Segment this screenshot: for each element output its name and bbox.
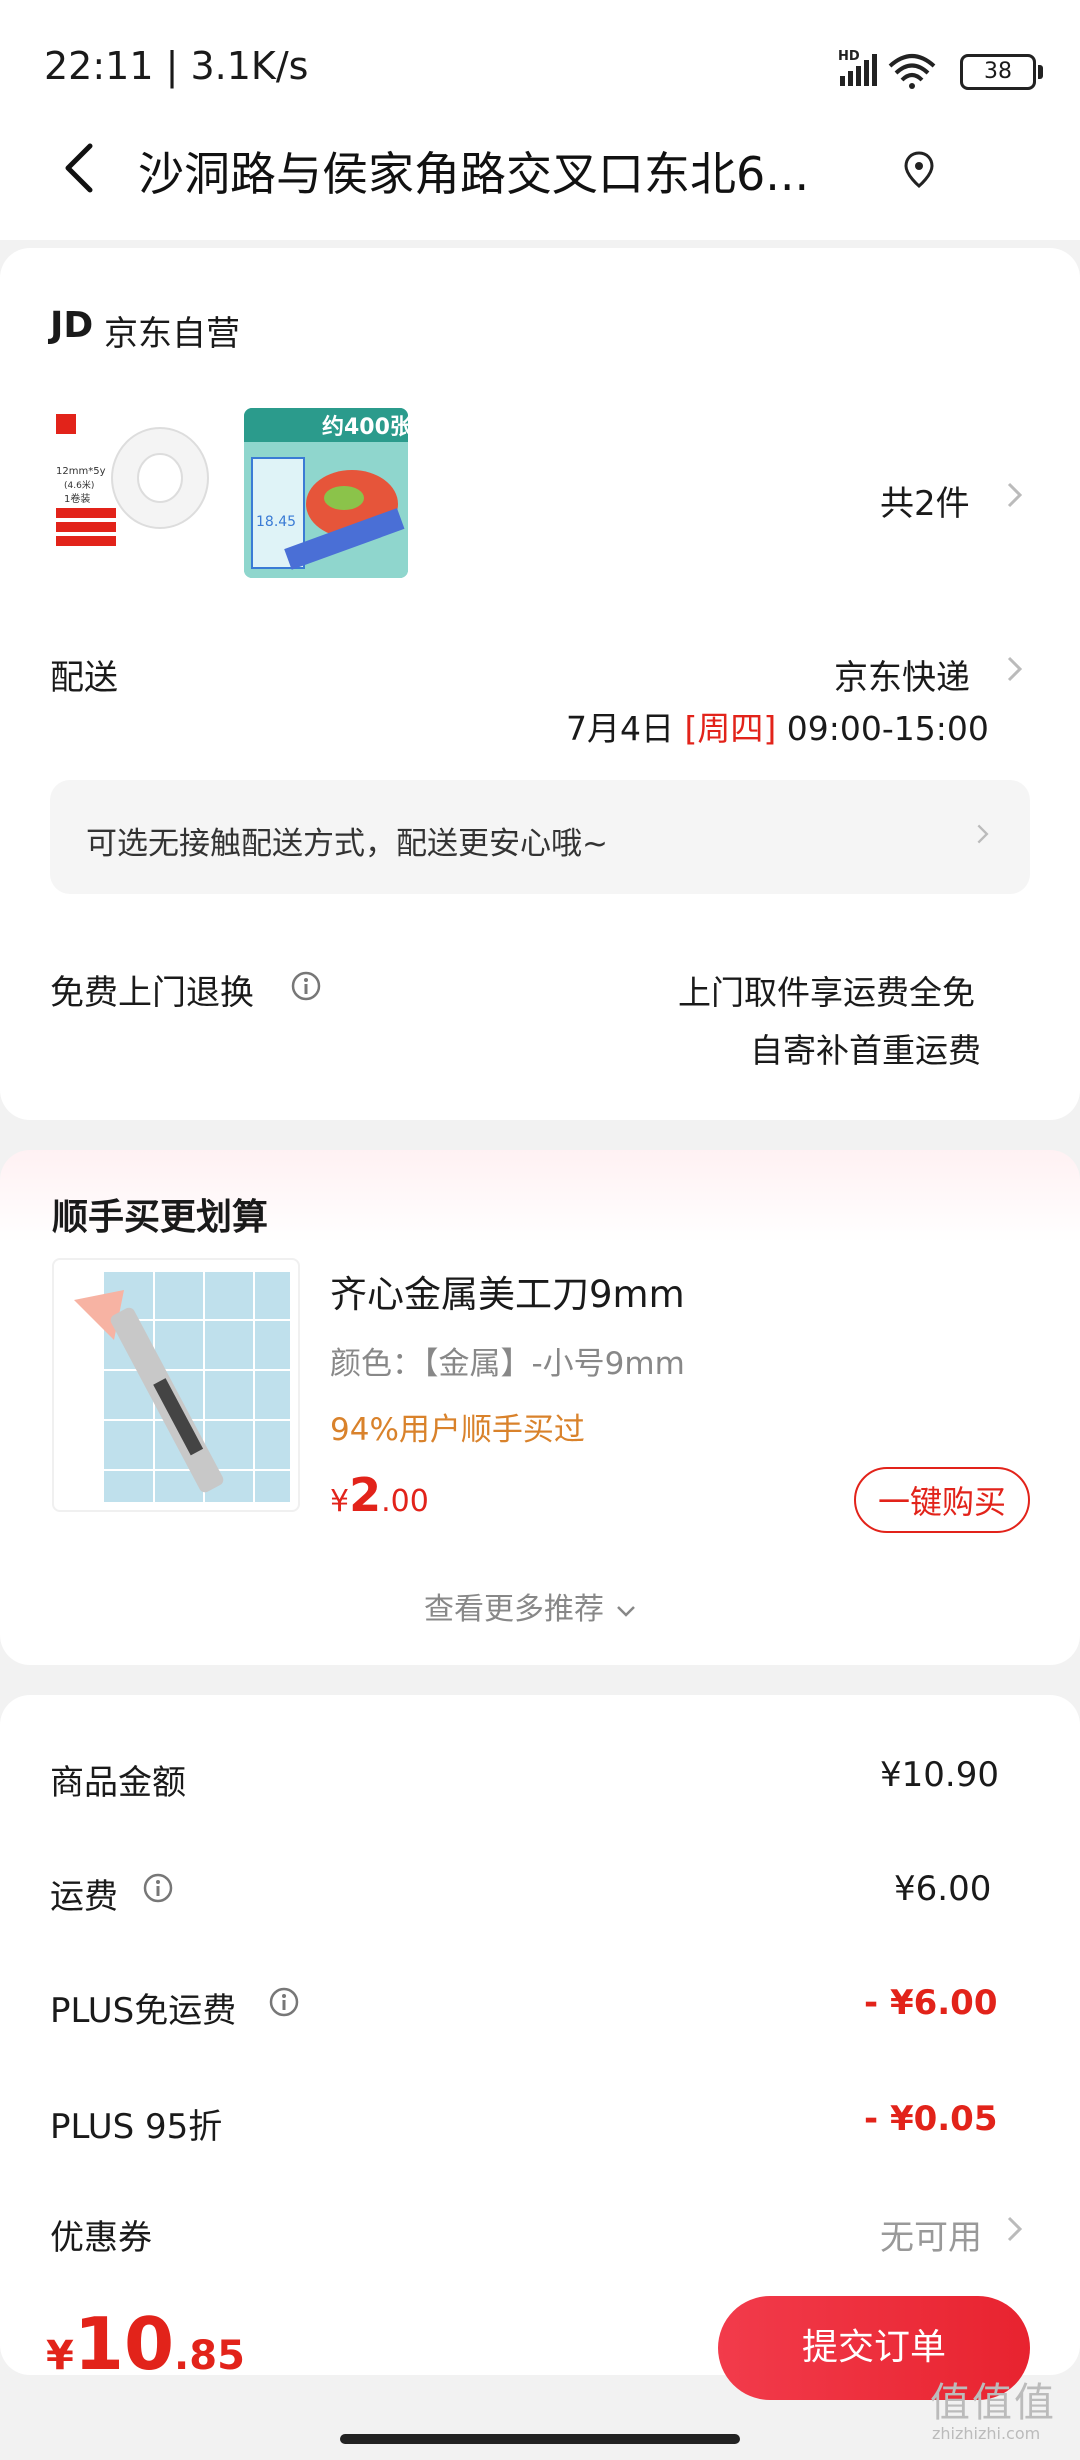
utility-knife-illustration [74,1272,290,1502]
summary-row-value: - ¥0.05 [864,2099,998,2139]
summary-row-value: - ¥6.00 [864,1983,998,2023]
total-decimal: .85 [174,2333,245,2379]
see-more-label: 查看更多推荐 [424,1592,604,1627]
product2-banner: 约400张 [322,414,408,440]
addon-promo-text: 94%用户顺手买过 [330,1412,585,1448]
product-image-plastic-wrap[interactable]: 约400张 18.45 [244,408,408,578]
status-time: 22:11 | 3.1K/s [44,44,309,88]
product1-length: (4.6米) [64,479,94,491]
product1-size: 12mm*5y [56,466,106,477]
product-image-tape[interactable]: 12mm*5y (4.6米) 1卷装 [50,408,220,578]
info-icon[interactable] [290,970,322,1002]
tape-illustration: 12mm*5y (4.6米) 1卷装 [56,414,209,546]
plastic-wrap-illustration: 约400张 18.45 [244,408,408,578]
delivery-carrier[interactable]: 京东快递 [834,650,970,699]
addon-price-decimal: .00 [381,1484,429,1519]
total-integer: 10 [73,2302,175,2386]
chevron-right-icon[interactable] [1006,654,1024,684]
one-click-buy-button[interactable]: 一键购买 [854,1467,1030,1533]
total-currency: ¥ [46,2333,74,2379]
chevron-down-icon [616,1606,635,1617]
location-pin-icon[interactable] [902,150,936,190]
delivery-label: 配送 [50,658,118,698]
delivery-address-title[interactable]: 沙洞路与侯家角路交叉口东北6... [138,138,809,204]
shop-name: 京东自营 [104,314,240,354]
addon-product-spec: 颜色：【金属】-小号9mm [330,1346,685,1382]
home-indicator[interactable] [340,2434,740,2444]
summary-row-label: PLUS 95折 [50,2107,223,2147]
summary-row-value: ¥10.90 [880,1755,999,1795]
chevron-right-icon[interactable] [1006,2214,1024,2244]
cellular-signal-icon: HD [838,49,936,89]
delivery-schedule[interactable]: 7月4日 [周四] 09:00-15:00 [566,702,989,750]
product1-pack: 1卷装 [64,492,90,505]
summary-row-label: PLUS免运费 [50,1991,237,2031]
delivery-date: 7月4日 [566,709,674,748]
coupon-value[interactable]: 无可用 [880,2210,982,2259]
addon-product-image[interactable] [52,1258,300,1512]
addon-price: ¥2.00 [330,1468,429,1522]
chevron-right-icon[interactable] [976,822,990,846]
info-icon[interactable] [142,1872,174,1904]
battery-indicator: 38 [960,54,1043,90]
addon-title: 顺手买更划算 [52,1197,269,1238]
see-more-recommend[interactable]: 查看更多推荐 [424,1584,638,1628]
summary-row-value: ¥6.00 [894,1869,992,1909]
summary-row-label: 运费 [50,1877,118,1917]
free-return-label: 免费上门退换 [50,973,254,1013]
summary-row-label: 商品金额 [50,1763,186,1803]
addon-product-name[interactable]: 齐心金属美工刀9mm [330,1264,685,1318]
delivery-time-window: 09:00-15:00 [786,709,989,748]
addon-price-currency: ¥ [330,1484,350,1519]
delivery-weekday: [周四] [684,709,777,748]
watermark-url: zhizhizhi.com [932,2424,1041,2443]
return-pickup-text: 上门取件享运费全免 [678,973,975,1012]
order-total: ¥10.85 [46,2302,245,2386]
items-count[interactable]: 共2件 [880,476,970,525]
product2-price-tag: 18.45 [256,514,296,530]
coupon-label: 优惠券 [50,2218,152,2258]
return-selfsend-text: 自寄补首重运费 [750,1031,981,1070]
network-label: HD [838,49,860,64]
jd-logo: JD [50,305,94,346]
contactless-tip-text: 可选无接触配送方式，配送更安心哦~ [86,826,608,862]
watermark-logo: 值值值 [930,2380,1056,2426]
info-icon[interactable] [268,1986,300,2018]
chevron-right-icon[interactable] [1006,480,1024,510]
addon-price-integer: 2 [349,1468,382,1522]
back-arrow-icon[interactable] [52,138,112,198]
